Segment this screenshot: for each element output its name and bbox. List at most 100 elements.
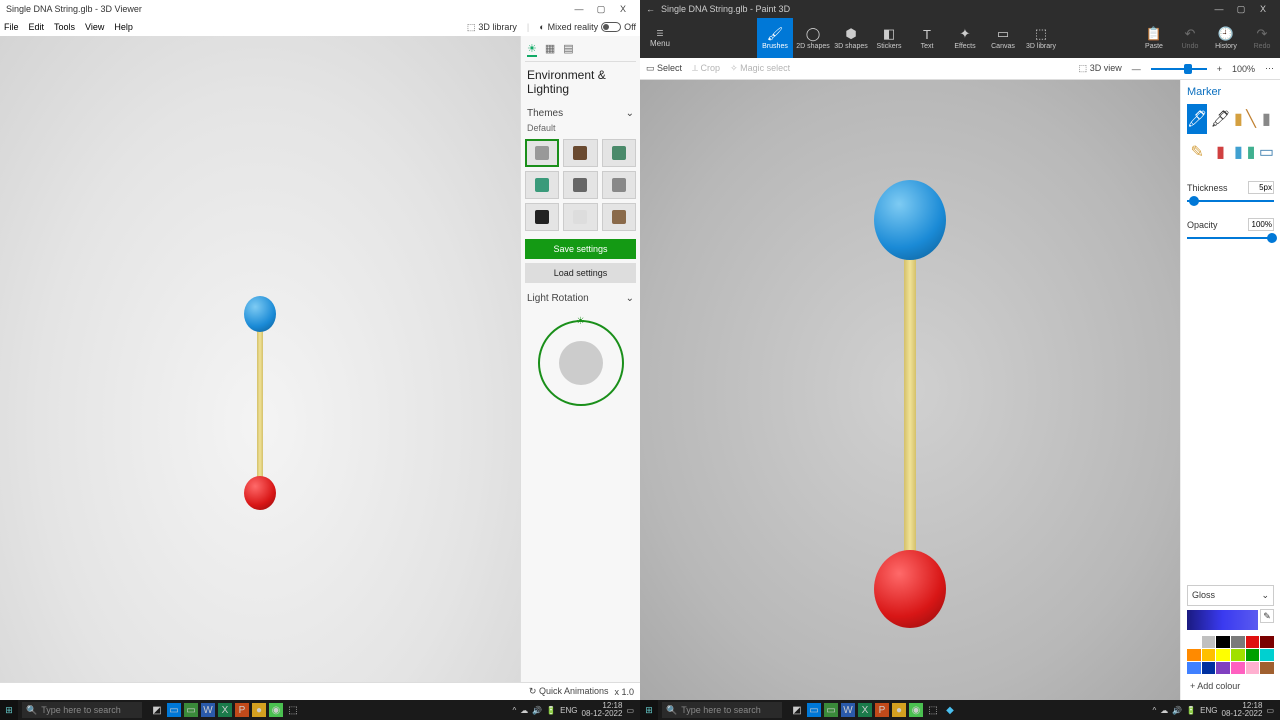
tool-3d-library[interactable]: ⬚3D library: [1023, 18, 1059, 58]
back-icon[interactable]: ←: [646, 4, 655, 14]
redo-button[interactable]: ↷Redo: [1244, 18, 1280, 58]
color-swatch[interactable]: [1216, 636, 1230, 648]
themes-header[interactable]: Themes⌄: [527, 108, 634, 119]
theme-option[interactable]: [602, 171, 636, 199]
tool-3d-shapes[interactable]: ⬢3D shapes: [833, 18, 869, 58]
light-rotation-header[interactable]: Light Rotation⌄: [527, 293, 634, 304]
color-swatch[interactable]: [1246, 636, 1260, 648]
tool-text[interactable]: TText: [909, 18, 945, 58]
app-icon[interactable]: P: [875, 703, 889, 717]
menu-help[interactable]: Help: [114, 22, 133, 32]
current-color[interactable]: [1187, 610, 1258, 630]
theme-option[interactable]: [602, 203, 636, 231]
app-icon[interactable]: ⬚: [926, 703, 940, 717]
minimize-button[interactable]: —: [568, 4, 590, 14]
close-button[interactable]: X: [612, 4, 634, 14]
system-tray[interactable]: ^☁🔊🔋ENG 12:1808-12-2022 ▭: [506, 702, 640, 718]
search-box[interactable]: 🔍 Type here to search: [22, 702, 142, 718]
brush-fill[interactable]: ▭: [1259, 137, 1274, 167]
paint-canvas[interactable]: [640, 80, 1180, 700]
zoom-slider[interactable]: [1151, 68, 1207, 70]
tab-stats-icon[interactable]: ▦: [545, 42, 555, 57]
tool-stickers[interactable]: ◧Stickers: [871, 18, 907, 58]
color-swatch[interactable]: [1231, 649, 1245, 661]
more-icon[interactable]: ⋯: [1265, 63, 1274, 74]
light-rotation-control[interactable]: ☀: [538, 320, 624, 406]
3d-library-button[interactable]: ⬚ 3D library: [467, 22, 517, 33]
color-swatch[interactable]: [1246, 649, 1260, 661]
color-swatch[interactable]: [1187, 636, 1201, 648]
tool-2d-shapes[interactable]: ◯2D shapes: [795, 18, 831, 58]
start-button[interactable]: ⊞: [640, 700, 658, 720]
brush-pixel[interactable]: ▮: [1234, 137, 1244, 167]
color-swatch[interactable]: [1202, 662, 1216, 674]
app-icon[interactable]: P: [235, 703, 249, 717]
color-swatch[interactable]: [1231, 662, 1245, 674]
add-color-button[interactable]: + Add colour: [1187, 678, 1274, 694]
app-icon[interactable]: ▭: [807, 703, 821, 717]
opacity-input[interactable]: [1248, 218, 1274, 231]
save-settings-button[interactable]: Save settings: [525, 239, 636, 259]
history-button[interactable]: 🕘History: [1208, 18, 1244, 58]
paste-button[interactable]: 📋Paste: [1136, 18, 1172, 58]
app-icon[interactable]: ▭: [167, 703, 181, 717]
color-swatch[interactable]: [1231, 636, 1245, 648]
select-button[interactable]: ▭ Select: [646, 63, 682, 74]
maximize-button[interactable]: ▢: [1230, 4, 1252, 15]
color-swatch[interactable]: [1246, 662, 1260, 674]
theme-option[interactable]: [563, 139, 597, 167]
viewer-canvas[interactable]: [0, 36, 520, 682]
search-box[interactable]: 🔍 Type here to search: [662, 702, 782, 718]
color-swatch[interactable]: [1187, 649, 1201, 661]
theme-option[interactable]: [525, 203, 559, 231]
color-swatch[interactable]: [1260, 636, 1274, 648]
brush-pencil[interactable]: ▮: [1259, 104, 1274, 134]
color-swatch[interactable]: [1216, 649, 1230, 661]
minimize-button[interactable]: —: [1208, 4, 1230, 14]
brush-watercolor[interactable]: ╲: [1246, 104, 1256, 134]
thickness-input[interactable]: [1248, 181, 1274, 194]
quick-animations-button[interactable]: ↻ Quick Animations: [529, 686, 609, 697]
app-icon[interactable]: W: [841, 703, 855, 717]
brush-calligraphy[interactable]: 🖋: [1210, 104, 1230, 134]
menu-tools[interactable]: Tools: [54, 22, 75, 32]
close-button[interactable]: X: [1252, 4, 1274, 14]
brush-oil[interactable]: ▮: [1234, 104, 1244, 134]
color-swatch[interactable]: [1216, 662, 1230, 674]
undo-button[interactable]: ↶Undo: [1172, 18, 1208, 58]
theme-option[interactable]: [563, 203, 597, 231]
brush-eraser[interactable]: ✎: [1187, 137, 1207, 167]
magic-select-button[interactable]: ✧ Magic select: [730, 63, 790, 74]
app-icon[interactable]: ▭: [824, 703, 838, 717]
app-icon[interactable]: ◉: [269, 703, 283, 717]
color-swatch[interactable]: [1260, 649, 1274, 661]
zoom-in-button[interactable]: +: [1217, 64, 1222, 74]
app-icon[interactable]: ◆: [943, 703, 957, 717]
mixed-reality-toggle[interactable]: ◐ Mixed reality Off: [539, 22, 636, 32]
brush-crayon[interactable]: ▮: [1210, 137, 1230, 167]
app-icon[interactable]: ●: [892, 703, 906, 717]
task-view-icon[interactable]: ◩: [790, 703, 804, 717]
tab-grid-icon[interactable]: ▤: [563, 42, 573, 57]
opacity-slider[interactable]: [1187, 237, 1274, 239]
menu-file[interactable]: File: [4, 22, 19, 32]
thickness-slider[interactable]: [1187, 200, 1274, 202]
playback-speed[interactable]: x 1.0: [614, 687, 634, 697]
crop-button[interactable]: ⟂ Crop: [692, 63, 720, 74]
brush-spray[interactable]: ▮: [1246, 137, 1256, 167]
menu-button[interactable]: ☰Menu: [640, 18, 680, 58]
tab-lighting-icon[interactable]: ☀: [527, 42, 537, 57]
color-swatch[interactable]: [1260, 662, 1274, 674]
eyedropper-button[interactable]: ✎: [1260, 609, 1274, 623]
theme-option[interactable]: [525, 139, 559, 167]
finish-select[interactable]: Gloss⌄: [1187, 585, 1274, 606]
app-icon[interactable]: X: [218, 703, 232, 717]
color-swatch[interactable]: [1202, 636, 1216, 648]
color-swatch[interactable]: [1202, 649, 1216, 661]
theme-option[interactable]: [602, 139, 636, 167]
load-settings-button[interactable]: Load settings: [525, 263, 636, 283]
app-icon[interactable]: X: [858, 703, 872, 717]
zoom-out-button[interactable]: —: [1132, 64, 1141, 74]
task-view-icon[interactable]: ◩: [150, 703, 164, 717]
app-icon[interactable]: ●: [252, 703, 266, 717]
